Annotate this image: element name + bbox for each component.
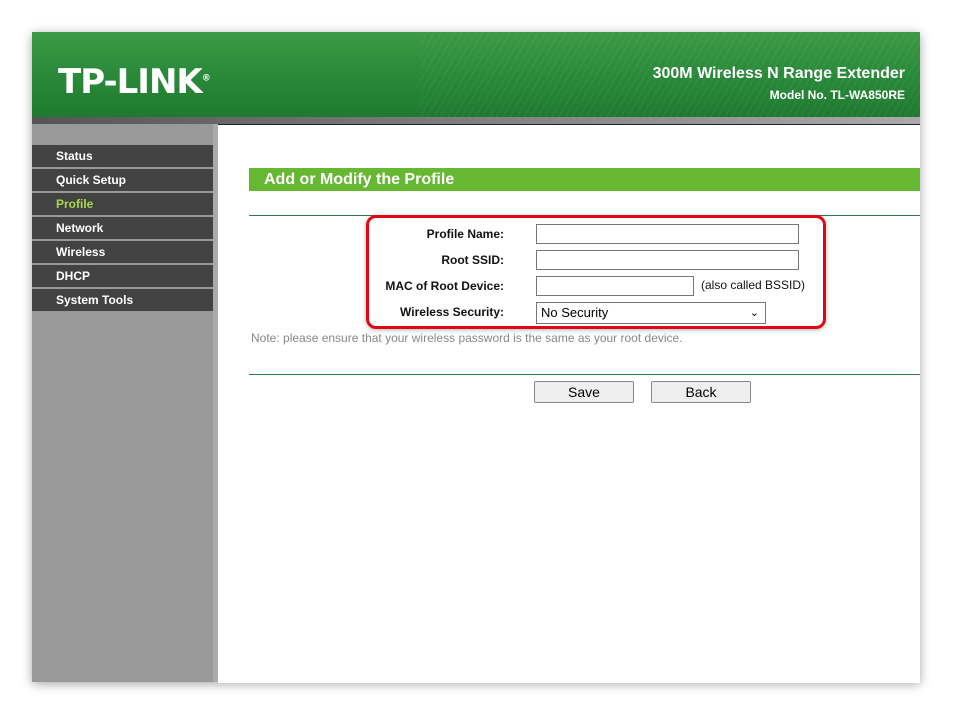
logo-text: TP-LINK — [58, 62, 203, 102]
product-name: 300M Wireless N Range Extender — [652, 65, 905, 82]
sidebar-item-status[interactable]: Status — [32, 145, 213, 167]
mac-input[interactable] — [536, 276, 694, 296]
divider — [249, 374, 920, 375]
model-number: Model No. TL-WA850RE — [769, 88, 905, 102]
note-text: Note: please ensure that your wireless p… — [251, 331, 683, 345]
profile-name-input[interactable] — [536, 224, 799, 244]
save-button[interactable]: Save — [534, 381, 634, 403]
profile-name-label: Profile Name: — [426, 227, 504, 241]
back-button[interactable]: Back — [651, 381, 751, 403]
main-content: Add or Modify the Profile Profile Name: … — [218, 124, 920, 683]
root-ssid-label: Root SSID: — [441, 253, 504, 267]
logo-mark: ® — [201, 73, 211, 84]
selected-value: No Security — [541, 305, 609, 320]
bssid-hint: (also called BSSID) — [701, 278, 806, 292]
sidebar-item-network[interactable]: Network — [32, 217, 213, 239]
sidebar-item-profile[interactable]: Profile — [32, 193, 213, 215]
chevron-down-icon: ⌄ — [749, 307, 759, 319]
root-ssid-input[interactable] — [536, 250, 799, 270]
sidebar-item-dhcp[interactable]: DHCP — [32, 265, 213, 287]
header-divider — [32, 117, 920, 124]
wireless-security-select[interactable]: No Security ⌄ — [536, 302, 766, 324]
sidebar-item-wireless[interactable]: Wireless — [32, 241, 213, 263]
header: TP-LINK® 300M Wireless N Range Extender … — [32, 32, 920, 117]
sidebar: Status Quick Setup Profile Network Wirel… — [32, 124, 218, 682]
mac-label: MAC of Root Device: — [385, 279, 504, 293]
wireless-security-label: Wireless Security: — [400, 305, 504, 319]
browser-window: TP-LINK® 300M Wireless N Range Extender … — [32, 32, 920, 683]
page-title: Add or Modify the Profile — [249, 168, 920, 191]
sidebar-item-system-tools[interactable]: System Tools — [32, 289, 213, 311]
tp-link-logo: TP-LINK® — [58, 62, 211, 102]
sidebar-item-quick-setup[interactable]: Quick Setup — [32, 169, 213, 191]
